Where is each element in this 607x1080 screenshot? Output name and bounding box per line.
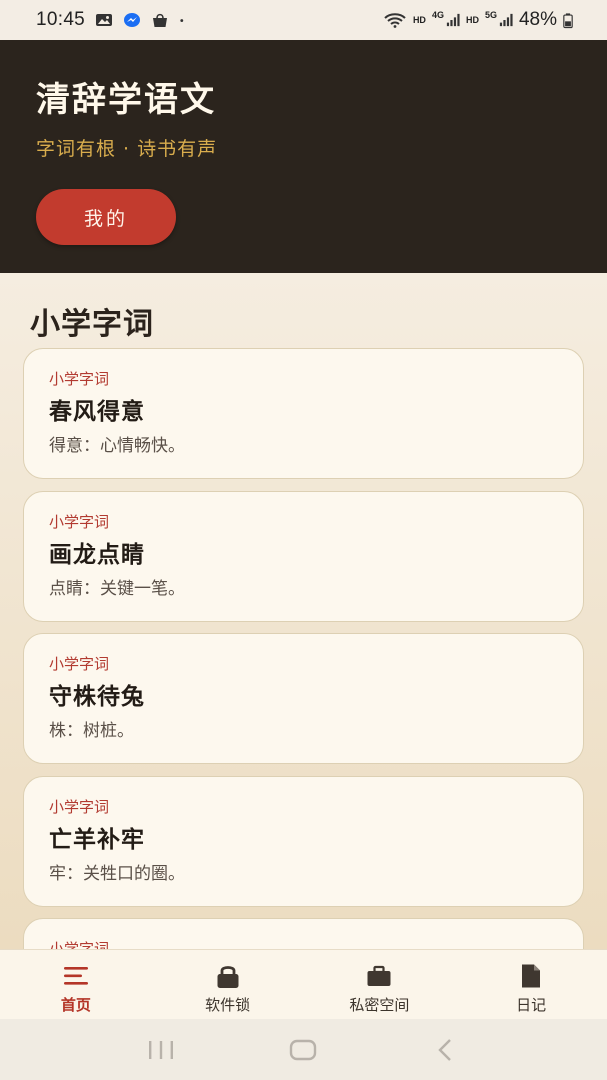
card-tag: 小学字词 [49,655,110,673]
card-note: 株：树桩。 [49,721,134,741]
network-4g-label: 4G [431,10,444,20]
card-note: 得意：心情畅快。 [49,436,185,456]
card-word: 亡羊补牢 [49,827,145,853]
section-title: 小学字词 [30,307,154,342]
nav-item-diary[interactable]: 日记 [455,950,607,1019]
nav-item-private-space[interactable]: 私密空间 [304,950,456,1019]
recents-button[interactable] [147,1036,175,1064]
status-time: 10:45 [36,9,86,30]
status-bar: 10:45 HD 4G HD 5G 48% [0,0,607,40]
battery-percent: 48% [518,9,557,30]
gallery-icon [96,14,113,26]
status-left: 10:45 [36,9,189,31]
card-note: 牢：关牲口的圈。 [49,864,185,884]
card-word: 画龙点睛 [49,542,145,568]
battery-icon [563,12,573,28]
main-content[interactable]: 小学字词 小学字词 春风得意 得意：心情畅快。 小学字词 画龙点睛 点睛：关键一… [0,273,607,949]
word-card[interactable]: 小学字词 守株待兔 株：树桩。 [23,633,584,764]
lock-icon [217,966,239,988]
recents-icon [149,1040,174,1059]
menu-icon [63,967,88,985]
notification-dot-icon [180,19,184,22]
word-card[interactable]: 小学字词 [23,918,584,949]
hd-label-1: HD [412,15,426,25]
network-5g-label: 5G [484,10,497,20]
word-card[interactable]: 小学字词 画龙点睛 点睛：关键一笔。 [23,491,584,622]
card-word: 守株待兔 [49,684,145,710]
card-word: 春风得意 [49,399,145,425]
card-tag: 小学字词 [49,798,110,816]
nav-label: 日记 [516,996,547,1014]
back-icon [438,1038,451,1061]
hd-label-2: HD [465,15,479,25]
briefcase-icon [367,965,391,986]
nav-item-home[interactable]: 首页 [0,950,152,1019]
back-button[interactable] [432,1036,460,1064]
card-tag: 小学字词 [49,940,110,949]
app-title: 清辞学语文 [36,80,216,120]
messenger-icon [124,13,141,27]
status-right: HD 4G HD 5G 48% [383,9,573,31]
bottom-nav: 首页 软件锁 私密空间 日记 [0,949,607,1019]
document-icon [522,964,541,988]
card-tag: 小学字词 [49,513,110,531]
home-icon [290,1039,317,1060]
card-note: 点睛：关键一笔。 [49,579,185,599]
wifi-icon [384,13,406,28]
nav-label: 软件锁 [205,996,251,1014]
home-button[interactable] [289,1036,317,1064]
word-card[interactable]: 小学字词 春风得意 得意：心情畅快。 [23,348,584,479]
app-subtitle: 字词有根 · 诗书有声 [36,138,218,160]
card-tag: 小学字词 [49,370,110,388]
nav-item-app-lock[interactable]: 软件锁 [152,950,304,1019]
app-header: 清辞学语文 字词有根 · 诗书有声 我的 [0,40,607,273]
word-card[interactable]: 小学字词 亡羊补牢 牢：关牲口的圈。 [23,776,584,907]
mine-button[interactable]: 我的 [36,189,176,245]
nav-label: 私密空间 [349,996,410,1014]
signal-icon-2 [499,13,513,27]
shopping-bag-icon [153,13,168,27]
nav-label: 首页 [60,996,91,1014]
system-nav-bar [0,1019,607,1080]
signal-icon-1 [446,13,460,27]
